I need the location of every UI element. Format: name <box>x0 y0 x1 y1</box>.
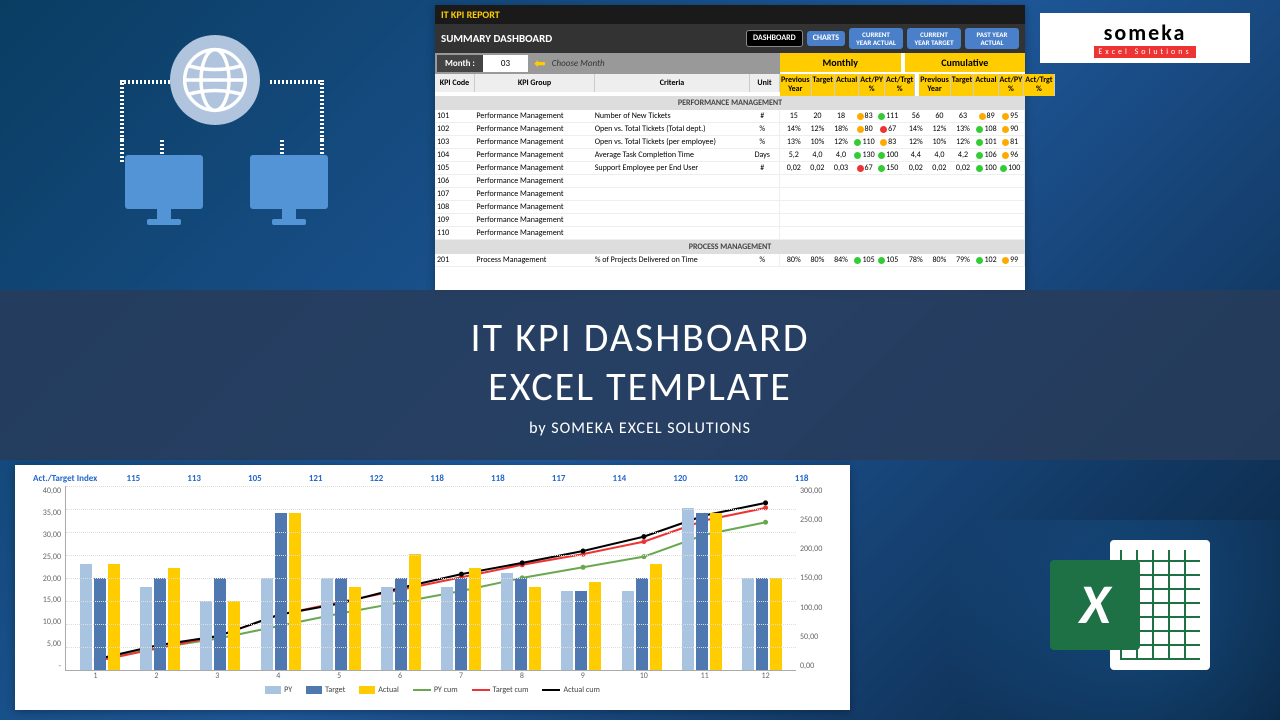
excel-icon: X <box>1050 530 1210 680</box>
month-label: Month : <box>437 55 483 72</box>
table-row: 101Performance ManagementNumber of New T… <box>435 110 1025 123</box>
monthly-header: Monthly <box>780 53 901 72</box>
monitor-icon <box>250 155 328 225</box>
table-row: 201Process Management% of Projects Deliv… <box>435 254 1025 267</box>
nav-cy-actual[interactable]: CURRENT YEAR ACTUAL <box>849 28 903 49</box>
nav-charts[interactable]: CHARTS <box>807 31 845 46</box>
dashboard-title: SUMMARY DASHBOARD <box>441 32 552 45</box>
table-row: 110Performance Management <box>435 227 1025 240</box>
table-row: 108Performance Management <box>435 201 1025 214</box>
col-prev-year: Previous Year <box>780 74 812 96</box>
col-target: Target <box>812 74 836 96</box>
month-value[interactable]: 03 <box>483 55 528 72</box>
group-performance: PERFORMANCE MANAGEMENT <box>435 96 1025 110</box>
report-label: IT KPI REPORT <box>441 8 500 21</box>
col-kpi-code: KPI Code <box>435 74 475 92</box>
group-process: PROCESS MANAGEMENT <box>435 240 1025 254</box>
overlay-line3: by SOMEKA EXCEL SOLUTIONS <box>529 419 751 438</box>
globe-icon <box>170 35 260 125</box>
chart-panel: Act./Target Index 1151131051211221181181… <box>15 465 850 710</box>
y-axis-left: 40,0035,0030,0025,0020,0015,0010,005,00- <box>33 486 65 671</box>
arrow-left-icon: ⬅ <box>534 55 546 72</box>
col-criteria: Criteria <box>595 74 750 92</box>
nav-cy-target[interactable]: CURRENT YEAR TARGET <box>907 28 961 49</box>
col-act-py: Act/PY % <box>999 74 1025 96</box>
col-act-trgt: Act/Trgt % <box>885 74 915 96</box>
dashboard-panel: IT KPI REPORT SUMMARY DASHBOARD DASHBOAR… <box>435 5 1025 290</box>
network-icon <box>80 35 350 235</box>
col-act-py: Act/PY % <box>859 74 885 96</box>
table-row: 102Performance ManagementOpen vs. Total … <box>435 123 1025 136</box>
chart-legend: PY Target Actual PY cum Target cum Actua… <box>33 685 832 695</box>
table-row: 105Performance ManagementSupport Employe… <box>435 162 1025 175</box>
nav-py-actual[interactable]: PAST YEAR ACTUAL <box>965 28 1019 49</box>
table-row: 103Performance ManagementOpen vs. Total … <box>435 136 1025 149</box>
table-row: 106Performance Management <box>435 175 1025 188</box>
index-label: Act./Target Index <box>33 473 103 484</box>
overlay-line2: EXCEL TEMPLATE <box>488 362 792 411</box>
monitor-icon <box>125 155 203 225</box>
col-kpi-group: KPI Group <box>475 74 595 92</box>
cumulative-header: Cumulative <box>905 53 1026 72</box>
col-actual: Actual <box>974 74 998 96</box>
overlay-line1: IT KPI DASHBOARD <box>471 313 810 362</box>
table-row: 104Performance ManagementAverage Task Co… <box>435 149 1025 162</box>
col-act-trgt: Act/Trgt % <box>1024 74 1054 96</box>
col-target: Target <box>951 74 975 96</box>
y-axis-right: 300,00250,00200,00150,00100,0050,000,00 <box>796 486 832 671</box>
col-unit: Unit <box>750 74 780 92</box>
col-actual: Actual <box>835 74 859 96</box>
title-overlay: IT KPI DASHBOARD EXCEL TEMPLATE by SOMEK… <box>0 290 1280 460</box>
chart-plot <box>65 486 796 671</box>
table-row: 107Performance Management <box>435 188 1025 201</box>
brand-logo: somekaExcel Solutions <box>1040 13 1250 63</box>
table-row: 109Performance Management <box>435 214 1025 227</box>
col-prev-year: Previous Year <box>919 74 951 96</box>
month-hint: Choose Month <box>552 58 605 69</box>
nav-dashboard[interactable]: DASHBOARD <box>746 30 803 47</box>
